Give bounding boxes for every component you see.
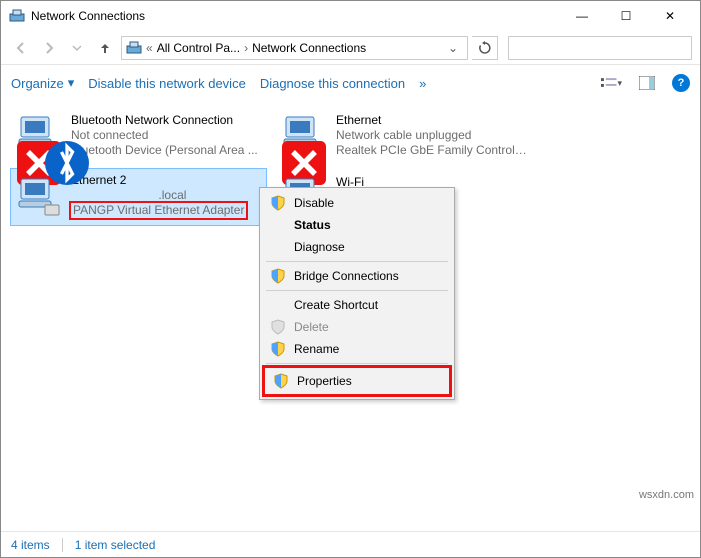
ctx-label: Bridge Connections — [294, 269, 399, 283]
maximize-button[interactable]: ☐ — [604, 1, 648, 31]
crumb-dropdown[interactable]: ⌄ — [443, 41, 463, 55]
ctx-label: Diagnose — [294, 240, 345, 254]
organize-label: Organize — [11, 76, 64, 91]
menu-separator — [266, 261, 448, 262]
close-button[interactable]: ✕ — [648, 1, 692, 31]
crumb-sep: › — [244, 41, 248, 55]
disable-device-button[interactable]: Disable this network device — [88, 76, 246, 91]
shield-icon — [270, 268, 286, 284]
shield-icon — [270, 195, 286, 211]
connection-icon — [15, 113, 63, 157]
ctx-properties[interactable]: Properties — [265, 370, 449, 392]
connection-name: Ethernet 2 — [71, 173, 246, 188]
window-controls: — ☐ ✕ — [560, 1, 692, 31]
ctx-disable[interactable]: Disable — [262, 192, 452, 214]
disconnected-icon — [280, 141, 296, 157]
ctx-label: Create Shortcut — [294, 298, 378, 312]
breadcrumb[interactable]: « All Control Pa... › Network Connection… — [121, 36, 468, 60]
connection-ethernet[interactable]: Ethernet Network cable unplugged Realtek… — [276, 107, 531, 163]
ctx-label: Delete — [294, 320, 329, 334]
connection-icon — [280, 113, 328, 157]
ctx-status[interactable]: Status — [262, 214, 452, 236]
ctx-label: Rename — [294, 342, 339, 356]
ctx-create-shortcut[interactable]: Create Shortcut — [262, 294, 452, 316]
back-button[interactable] — [9, 36, 33, 60]
crumb-sep: « — [146, 41, 153, 55]
ctx-delete: Delete — [262, 316, 452, 338]
shield-icon — [270, 319, 286, 335]
connection-name: Ethernet — [336, 113, 527, 128]
shield-icon — [273, 373, 289, 389]
refresh-button[interactable] — [472, 36, 498, 60]
organize-menu[interactable]: Organize ▾ — [11, 75, 74, 91]
minimize-button[interactable]: — — [560, 1, 604, 31]
status-separator — [62, 538, 63, 552]
forward-button[interactable] — [37, 36, 61, 60]
diagnose-button[interactable]: Diagnose this connection — [260, 76, 405, 91]
up-button[interactable] — [93, 36, 117, 60]
connection-ethernet2[interactable]: Ethernet 2 .local PANGP Virtual Ethernet… — [11, 169, 266, 225]
connection-device-highlight: PANGP Virtual Ethernet Adapter — [71, 203, 246, 222]
connection-bluetooth[interactable]: Bluetooth Network Connection Not connect… — [11, 107, 266, 163]
chevron-down-icon: ▾ — [617, 78, 622, 89]
toolbar: Organize ▾ Disable this network device Di… — [1, 65, 700, 101]
connection-device: Realtek PCIe GbE Family Controller — [336, 143, 527, 158]
status-item-count: 4 items — [11, 538, 50, 552]
ctx-label: Status — [294, 218, 331, 232]
help-button[interactable]: ? — [672, 74, 690, 92]
preview-pane-button[interactable] — [636, 73, 658, 93]
content-area: Bluetooth Network Connection Not connect… — [1, 101, 700, 531]
recent-button[interactable] — [65, 36, 89, 60]
title-bar: Network Connections — ☐ ✕ — [1, 1, 700, 31]
network-folder-icon — [126, 40, 142, 56]
menu-separator — [266, 290, 448, 291]
toolbar-overflow[interactable]: » — [419, 76, 426, 91]
connection-icon — [15, 175, 63, 219]
bluetooth-icon — [43, 141, 59, 157]
navigation-row: « All Control Pa... › Network Connection… — [1, 31, 700, 65]
window-title: Network Connections — [31, 9, 145, 23]
crumb-control-panel[interactable]: All Control Pa... — [157, 41, 240, 55]
status-selected-count: 1 item selected — [75, 538, 156, 552]
view-options-button[interactable]: ▾ — [600, 73, 622, 93]
shield-icon — [270, 341, 286, 357]
ctx-label: Properties — [297, 374, 352, 388]
search-input[interactable] — [508, 36, 692, 60]
connection-name: Bluetooth Network Connection — [71, 113, 258, 128]
status-bar: 4 items 1 item selected — [1, 531, 700, 557]
connection-status: Network cable unplugged — [336, 128, 527, 143]
connection-status: .local — [71, 188, 246, 203]
watermark: wsxdn.com — [639, 489, 694, 501]
app-icon — [9, 8, 25, 24]
crumb-network-connections[interactable]: Network Connections — [252, 41, 366, 55]
connection-device: PANGP Virtual Ethernet Adapter — [71, 203, 246, 218]
menu-separator — [266, 363, 448, 364]
ctx-rename[interactable]: Rename — [262, 338, 452, 360]
ctx-bridge[interactable]: Bridge Connections — [262, 265, 452, 287]
ctx-properties-highlight: Properties — [262, 365, 452, 397]
ctx-label: Disable — [294, 196, 334, 210]
connection-device: Bluetooth Device (Personal Area ... — [71, 143, 258, 158]
chevron-down-icon: ▾ — [68, 75, 75, 91]
context-menu: Disable Status Diagnose Bridge Connectio… — [259, 187, 455, 400]
ctx-diagnose[interactable]: Diagnose — [262, 236, 452, 258]
disconnected-icon — [15, 141, 31, 157]
connection-status: Not connected — [71, 128, 258, 143]
